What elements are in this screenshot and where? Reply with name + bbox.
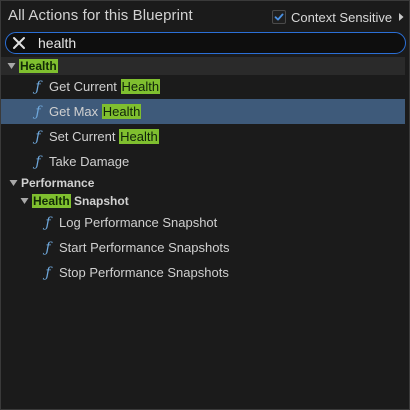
caret-down-icon xyxy=(7,63,16,69)
action-label: Stop Performance Snapshots xyxy=(59,265,229,280)
action-item-stop-performance-snapshots[interactable]: ƒ Stop Performance Snapshots xyxy=(1,260,405,285)
action-label: Start Performance Snapshots xyxy=(59,240,230,255)
header: All Actions for this Blueprint Context S… xyxy=(1,1,409,31)
function-icon: ƒ xyxy=(45,239,51,256)
caret-down-icon xyxy=(9,180,18,186)
caret-down-icon xyxy=(20,198,29,204)
search-match-highlight: Health xyxy=(101,104,142,119)
checkmark-icon xyxy=(274,13,284,21)
action-item-start-performance-snapshots[interactable]: ƒ Start Performance Snapshots xyxy=(1,235,405,260)
clear-icon[interactable] xyxy=(12,36,26,50)
category-health[interactable]: Health xyxy=(1,57,405,75)
action-item-set-current-health[interactable]: ƒ Set Current Health xyxy=(1,124,405,149)
search-box xyxy=(5,32,406,54)
action-label: Log Performance Snapshot xyxy=(59,215,218,230)
search-match-highlight: Health xyxy=(120,79,161,94)
context-sensitive-label: Context Sensitive xyxy=(291,9,393,25)
action-item-get-current-health[interactable]: ƒ Get Current Health xyxy=(1,74,405,99)
function-icon: ƒ xyxy=(35,103,41,120)
subcategory-label: Health Snapshot xyxy=(32,194,129,208)
action-label: Set Current Health xyxy=(49,129,159,144)
search-match-highlight: Health xyxy=(32,194,71,208)
function-icon: ƒ xyxy=(35,128,41,145)
function-icon: ƒ xyxy=(45,214,51,231)
category-label: Health xyxy=(19,59,58,73)
search-input[interactable] xyxy=(38,34,388,52)
search-match-highlight: Health xyxy=(19,59,58,73)
function-icon: ƒ xyxy=(35,78,41,95)
action-label: Take Damage xyxy=(49,154,130,169)
action-label: Get Max Health xyxy=(49,104,142,119)
action-menu-panel: All Actions for this Blueprint Context S… xyxy=(0,0,410,410)
context-sensitive-checkbox[interactable] xyxy=(272,10,286,24)
function-icon: ƒ xyxy=(45,264,51,281)
chevron-right-icon[interactable] xyxy=(397,12,405,22)
category-performance[interactable]: Performance xyxy=(1,174,405,192)
category-label: Performance xyxy=(21,176,95,190)
action-item-get-max-health[interactable]: ƒ Get Max Health xyxy=(1,99,405,124)
context-sensitive-toggle[interactable]: Context Sensitive xyxy=(272,9,405,25)
search-match-highlight: Health xyxy=(119,129,159,144)
function-icon: ƒ xyxy=(35,153,41,170)
subcategory-health-snapshot[interactable]: Health Snapshot xyxy=(1,192,405,210)
action-item-take-damage[interactable]: ƒ Take Damage xyxy=(1,149,405,174)
action-label: Get Current Health xyxy=(49,79,161,94)
panel-title: All Actions for this Blueprint xyxy=(8,7,193,24)
action-item-log-performance-snapshot[interactable]: ƒ Log Performance Snapshot xyxy=(1,210,405,235)
